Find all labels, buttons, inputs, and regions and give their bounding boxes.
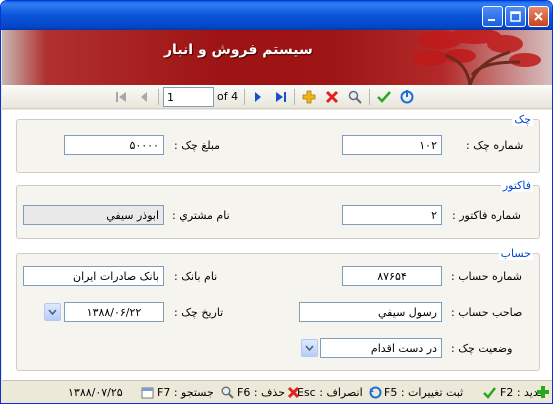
delete-record-button[interactable]: [324, 89, 340, 105]
refresh-button[interactable]: [399, 89, 415, 105]
status-search: F7 : جستجو: [157, 386, 214, 399]
status-save: F5 : ثبت تغییرات: [384, 386, 464, 399]
check-date-input[interactable]: [64, 302, 164, 322]
minimize-icon: [488, 19, 495, 21]
checkmark-icon: [377, 91, 391, 103]
previous-record-icon: [141, 92, 147, 102]
add-record-button[interactable]: [301, 89, 317, 105]
check-amount-input[interactable]: [64, 135, 164, 155]
add-icon: [302, 90, 316, 104]
invoice-number-label: شماره فاکتور :: [452, 209, 521, 222]
bonsai-tree-image: [412, 30, 541, 85]
invoice-number-input[interactable]: [342, 205, 442, 225]
first-record-button[interactable]: [113, 89, 129, 105]
previous-record-button[interactable]: [136, 89, 152, 105]
status-bar: F2 : جدید F5 : ثبت تغییرات Esc : انصراف …: [2, 380, 552, 403]
app-window: سیستم فروش و انبار of 4: [0, 0, 553, 404]
account-number-label: شماره حساب :: [451, 270, 523, 283]
minimize-button[interactable]: [482, 6, 503, 27]
next-record-button[interactable]: [250, 89, 266, 105]
check-status-dropdown-button[interactable]: [301, 339, 318, 357]
search-icon: [220, 385, 234, 399]
chevron-down-icon: [305, 345, 314, 351]
search-icon: [348, 90, 362, 104]
check-status-label: وضعیت چک :: [451, 342, 513, 355]
maximize-button[interactable]: [505, 6, 526, 27]
banner-title: سیستم فروش و انبار: [164, 42, 313, 58]
bank-name-label: نام بانک :: [174, 270, 218, 283]
status-date: ۱۳۸۸/۰۷/۲۵: [68, 386, 123, 399]
chevron-down-icon: [48, 309, 57, 315]
search-record-button[interactable]: [347, 89, 363, 105]
last-record-button[interactable]: [273, 89, 289, 105]
status-delete: F6 : حذف: [237, 386, 286, 399]
customer-name-label: نام مشتري :: [172, 209, 230, 222]
delete-icon: [325, 90, 339, 104]
check-date-label: تاریخ چک :: [174, 306, 224, 319]
customer-name-field: [23, 205, 164, 225]
checkmark-icon: [482, 385, 496, 399]
power-refresh-icon: [400, 90, 414, 104]
plus-icon: [536, 385, 550, 399]
close-icon: [534, 12, 543, 21]
last-record-icon: [276, 92, 286, 102]
form-area: چک شماره چک : مبلغ چک : فاکتور شماره فاک…: [2, 110, 552, 380]
save-record-button[interactable]: [376, 89, 392, 105]
check-group-legend: چک: [512, 113, 533, 126]
next-record-icon: [255, 92, 261, 102]
date-picker-button[interactable]: [44, 303, 61, 321]
banner: سیستم فروش و انبار: [2, 30, 552, 85]
invoice-group-legend: فاکتور: [500, 179, 533, 192]
check-number-label: شماره چک :: [466, 139, 524, 152]
first-record-icon: [116, 92, 126, 102]
account-owner-label: صاحب حساب :: [451, 306, 523, 319]
invoice-group: فاکتور شماره فاکتور : نام مشتري :: [16, 179, 540, 239]
account-owner-input[interactable]: [299, 302, 442, 322]
status-cancel: Esc : انصراف: [297, 386, 363, 399]
undo-icon: [368, 385, 382, 399]
record-position-input[interactable]: [163, 87, 214, 107]
check-status-value[interactable]: [320, 338, 442, 358]
check-amount-label: مبلغ چک :: [174, 139, 221, 152]
maximize-icon: [510, 11, 521, 22]
record-navigator: of 4: [2, 85, 552, 109]
check-number-input[interactable]: [342, 135, 442, 155]
account-group: حساب شماره حساب : نام بانک : صاحب حساب :…: [16, 247, 540, 371]
calendar-icon: [140, 385, 154, 399]
account-number-input[interactable]: [342, 266, 442, 286]
record-count-label: of 4: [217, 90, 239, 103]
account-group-legend: حساب: [498, 247, 533, 260]
check-group: چک شماره چک : مبلغ چک :: [16, 113, 540, 173]
close-button[interactable]: [528, 6, 549, 27]
delete-icon: [286, 385, 300, 399]
title-bar[interactable]: [1, 1, 552, 30]
bank-name-input[interactable]: [23, 266, 164, 286]
